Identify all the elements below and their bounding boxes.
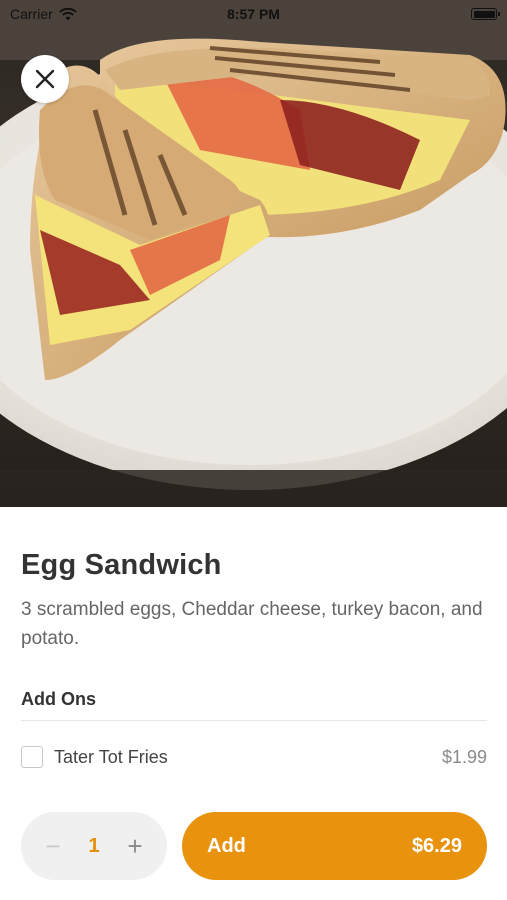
carrier-label: Carrier bbox=[10, 6, 53, 22]
add-on-option-tater-tot-fries[interactable]: Tater Tot Fries $1.99 bbox=[21, 739, 487, 775]
status-time: 8:57 PM bbox=[227, 6, 280, 22]
close-button[interactable] bbox=[21, 55, 69, 103]
status-right bbox=[357, 8, 500, 20]
item-title: Egg Sandwich bbox=[21, 549, 222, 581]
status-bar: Carrier 8:57 PM bbox=[0, 0, 507, 28]
quantity-stepper: − 1 + bbox=[21, 812, 167, 880]
quantity-value: 1 bbox=[88, 834, 100, 857]
status-left: Carrier bbox=[10, 6, 150, 22]
close-icon bbox=[35, 69, 55, 89]
add-ons-heading: Add Ons bbox=[21, 689, 96, 709]
sandwich-photo-illustration bbox=[0, 0, 507, 507]
add-to-order-button[interactable]: Add $6.29 bbox=[182, 812, 487, 880]
item-photo: Carrier 8:57 PM bbox=[0, 0, 507, 507]
increment-button[interactable]: + bbox=[125, 833, 145, 859]
add-on-checkbox[interactable] bbox=[21, 746, 43, 768]
wifi-icon bbox=[59, 7, 77, 20]
add-button-label: Add bbox=[207, 834, 246, 857]
decrement-button[interactable]: − bbox=[43, 833, 63, 859]
add-on-name: Tater Tot Fries bbox=[54, 746, 168, 767]
add-ons-divider bbox=[21, 720, 487, 721]
add-on-price: $1.99 bbox=[441, 746, 487, 767]
battery-icon bbox=[471, 8, 500, 20]
add-button-total: $6.29 bbox=[411, 834, 462, 857]
item-description: 3 scrambled eggs, Cheddar cheese, turkey… bbox=[21, 599, 483, 649]
